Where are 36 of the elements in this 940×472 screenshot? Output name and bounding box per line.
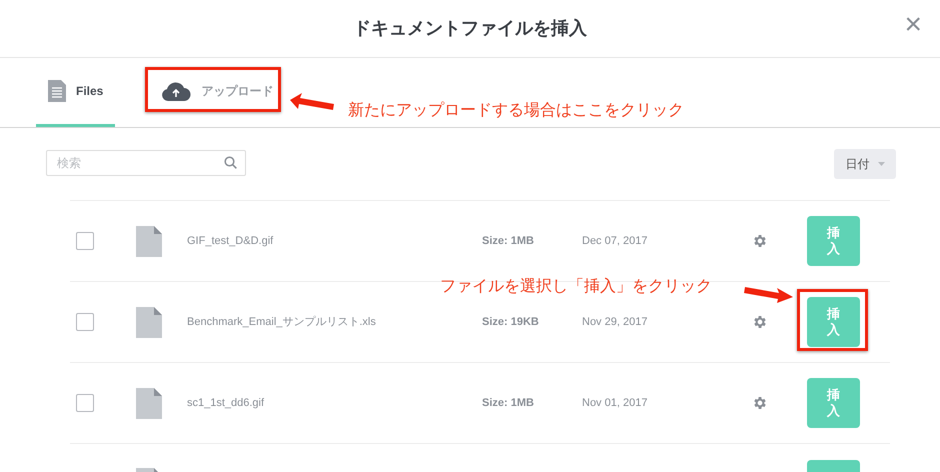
checkbox[interactable] [76, 394, 94, 412]
file-size: Size: 1MB [482, 234, 535, 249]
annotation-text: 新たにアップロードする場合はここをクリック [348, 100, 684, 121]
search-icon [224, 156, 237, 169]
cloud-upload-icon [161, 81, 192, 101]
file-icon [136, 388, 162, 418]
insert-button[interactable]: 挿入 [807, 378, 860, 428]
sort-dropdown[interactable]: 日付 [834, 149, 896, 179]
settings-icon[interactable] [752, 395, 768, 411]
file-date: Dec 07, 2017 [582, 234, 648, 249]
insert-button[interactable]: 挿入 [807, 297, 860, 347]
arrow-icon [288, 93, 336, 113]
file-name: GIF_test_D&D.gif [187, 234, 274, 249]
dialog-title: ドキュメントファイルを挿入 [353, 17, 587, 40]
checkbox[interactable] [76, 313, 94, 331]
file-name: sc1_1st_dd6.gif [187, 396, 266, 411]
file-icon [136, 226, 162, 256]
annotation-text: ファイルを選択し「挿入」をクリック [440, 276, 712, 297]
checkbox[interactable] [76, 232, 94, 250]
close-button[interactable]: × [904, 10, 922, 40]
highlight-frame [797, 289, 868, 351]
file-size: Size: 1MB [482, 396, 535, 411]
caret-icon [878, 162, 884, 166]
arrow-icon [743, 284, 795, 304]
tab[interactable]: Files [36, 58, 116, 127]
file-date: Nov 29, 2017 [582, 314, 648, 330]
file-name: Benchmark_Email_サンプルリスト.xls [187, 314, 377, 330]
file-date: Nov 01, 2017 [582, 396, 648, 411]
tab[interactable]: アップロード [149, 58, 286, 127]
settings-icon[interactable] [752, 233, 768, 249]
document-icon [48, 80, 66, 102]
search-field[interactable]: 検索 [46, 150, 246, 176]
insert-button[interactable]: 挿入 [807, 216, 860, 266]
file-icon [136, 306, 162, 338]
file-size: Size: 19KB [482, 314, 540, 330]
settings-icon[interactable] [752, 314, 768, 330]
